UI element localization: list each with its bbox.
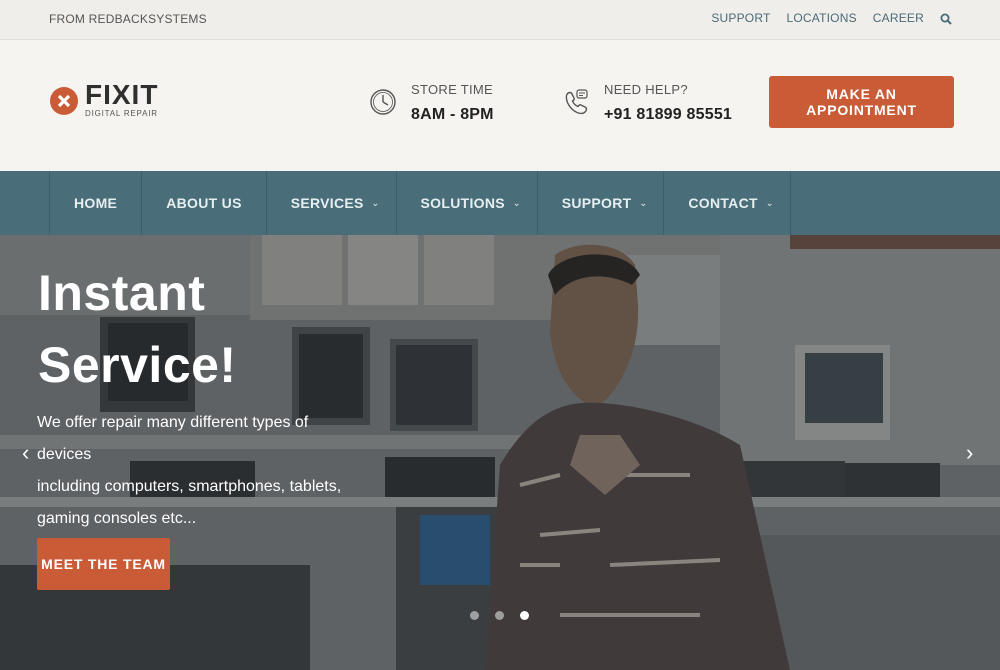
top-bar: FROM REDBACKSYSTEMS SUPPORT LOCATIONS CA… (0, 0, 1000, 40)
hero-description-line1: We offer repair many different types of … (37, 414, 309, 463)
slider-dots (470, 611, 545, 620)
top-link-support[interactable]: SUPPORT (711, 11, 770, 25)
chevron-down-icon: ⌄ (765, 197, 774, 208)
store-time-value: 8AM - 8PM (411, 106, 494, 123)
nav-item-solutions[interactable]: SOLUTIONS ⌄ (397, 171, 538, 235)
nav-item-label: ABOUT US (166, 195, 242, 211)
chevron-down-icon: ⌄ (371, 197, 380, 208)
top-links: SUPPORT LOCATIONS CAREER (695, 11, 952, 25)
top-link-career[interactable]: CAREER (873, 11, 924, 25)
need-help: NEED HELP? +91 81899 85551 (562, 82, 732, 124)
slider-prev-arrow-icon[interactable]: ‹ (22, 440, 29, 466)
search-icon[interactable] (940, 12, 952, 25)
hero-description: We offer repair many different types of … (37, 407, 357, 535)
hero-slider: Instant Service! We offer repair many di… (0, 235, 1000, 670)
phone-number[interactable]: +91 81899 85551 (604, 106, 732, 124)
main-nav: HOME ABOUT US SERVICES ⌄ SOLUTIONS ⌄ SUPPO… (0, 171, 1000, 235)
nav-item-label: HOME (74, 195, 118, 211)
slider-dot[interactable] (520, 611, 529, 620)
nav-item-label: SERVICES (290, 195, 364, 211)
nav-item-label: SUPPORT (561, 195, 632, 211)
nav-item-home[interactable]: HOME (50, 171, 143, 235)
store-time-label: STORE TIME (411, 82, 493, 97)
logo[interactable]: FIXIT DIGITAL REPAIR (49, 80, 158, 122)
hero-description-line2: including computers, smartphones, tablet… (37, 478, 342, 495)
nav-item-label: CONTACT (688, 195, 758, 211)
meet-the-team-button[interactable]: MEET THE TEAM (37, 538, 170, 590)
need-help-label: NEED HELP? (604, 82, 688, 97)
logo-x-icon (49, 80, 79, 122)
clock-icon (369, 82, 397, 122)
slider-dot[interactable] (495, 611, 504, 620)
logo-name: FIXIT (85, 79, 159, 110)
hero-description-line3: gaming consoles etc... (37, 510, 197, 527)
make-appointment-button[interactable]: MAKE AN APPOINTMENT (769, 76, 954, 128)
from-text: FROM REDBACKSYSTEMS (49, 12, 207, 26)
slider-dot[interactable] (470, 611, 479, 620)
phone-icon (562, 82, 590, 122)
slider-next-arrow-icon[interactable]: › (966, 440, 973, 466)
site-header: FIXIT DIGITAL REPAIR STORE TIME 8AM - 8P… (0, 40, 1000, 171)
hero-headline-line2: Service! (38, 337, 237, 393)
nav-item-label: SOLUTIONS (420, 195, 505, 211)
top-link-locations[interactable]: LOCATIONS (787, 11, 857, 25)
logo-tagline: DIGITAL REPAIR (85, 109, 158, 118)
chevron-down-icon: ⌄ (639, 197, 648, 208)
chevron-down-icon: ⌄ (512, 197, 521, 208)
nav-item-contact[interactable]: CONTACT ⌄ (664, 171, 791, 235)
nav-item-services[interactable]: SERVICES ⌄ (267, 171, 397, 235)
nav-item-about-us[interactable]: ABOUT US (142, 171, 267, 235)
store-time: STORE TIME 8AM - 8PM (369, 82, 494, 124)
nav-item-support[interactable]: SUPPORT ⌄ (538, 171, 665, 235)
hero-headline-line1: Instant (38, 265, 206, 321)
hero-headline: Instant Service! (38, 257, 237, 401)
